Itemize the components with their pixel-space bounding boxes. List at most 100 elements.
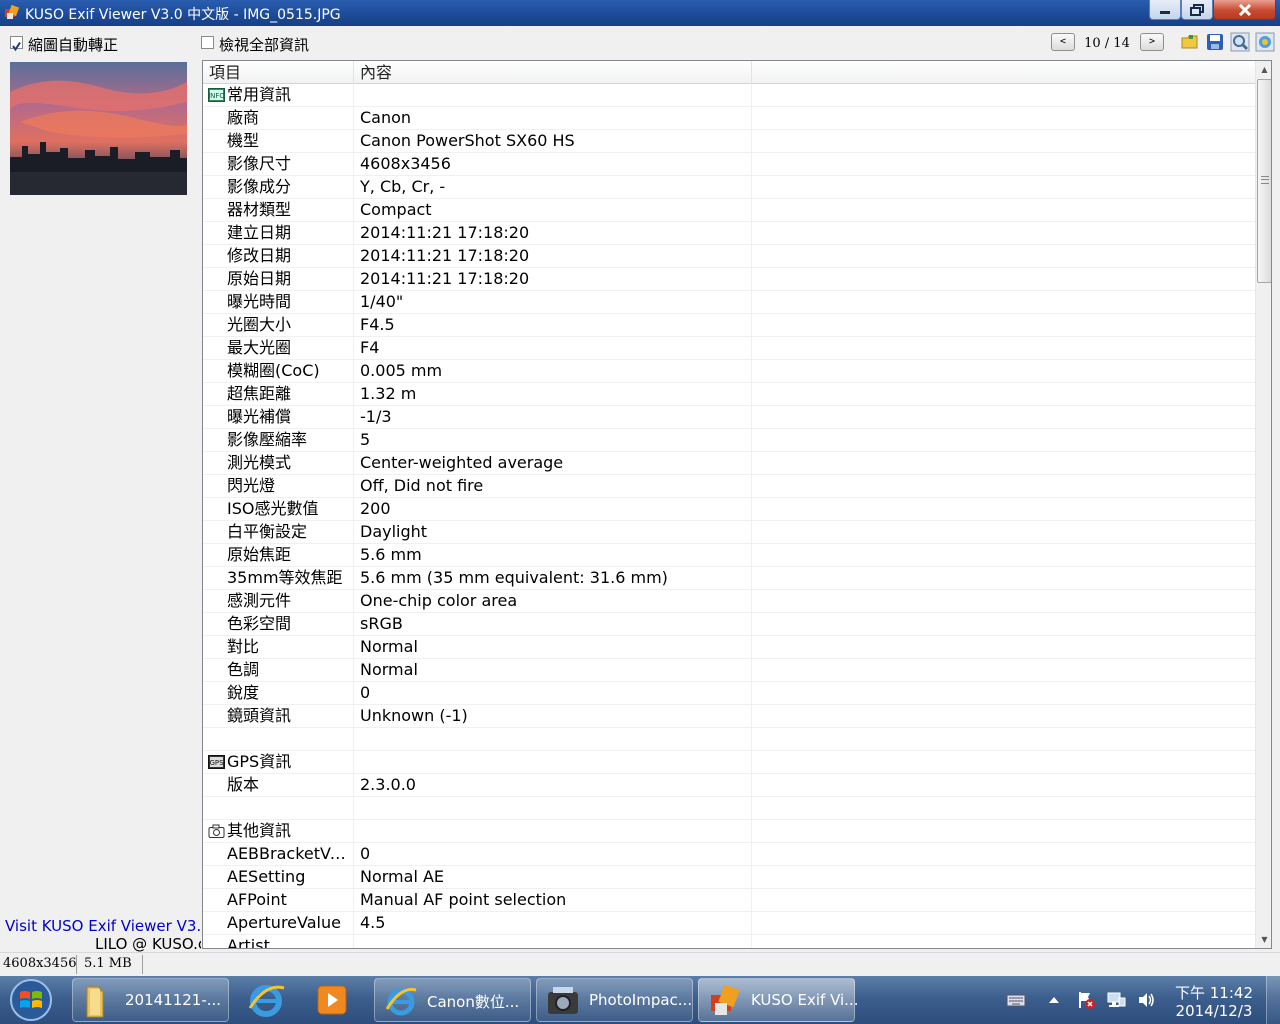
- volume-icon[interactable]: [1136, 990, 1156, 1010]
- item-name: [203, 728, 354, 751]
- list-item[interactable]: 廠商 Canon: [203, 107, 1255, 130]
- list-item[interactable]: 白平衡設定 Daylight: [203, 521, 1255, 544]
- list-item[interactable]: 模糊圈(CoC) 0.005 mm: [203, 360, 1255, 383]
- show-all-checkbox[interactable]: [201, 36, 214, 49]
- visit-website-link[interactable]: Visit KUSO Exif Viewer V3.0: [5, 917, 201, 935]
- vertical-scrollbar[interactable]: ▲ ▼: [1255, 61, 1271, 948]
- list-item[interactable]: ApertureValue 4.5: [203, 912, 1255, 935]
- item-name: 建立日期: [203, 222, 354, 245]
- settings-icon[interactable]: [1255, 32, 1275, 52]
- list-item[interactable]: 原始焦距 5.6 mm: [203, 544, 1255, 567]
- close-button[interactable]: [1213, 0, 1276, 20]
- item-name: 最大光圈: [203, 337, 354, 360]
- list-item[interactable]: 版本 2.3.0.0: [203, 774, 1255, 797]
- show-desktop-button[interactable]: [1266, 976, 1280, 1024]
- item-name: 色調: [203, 659, 354, 682]
- item-value: 200: [354, 498, 752, 521]
- taskbar-item-kuso-exif[interactable]: KUSO Exif Vi...: [698, 978, 859, 1022]
- list-item[interactable]: 影像成分 Y, Cb, Cr, -: [203, 176, 1255, 199]
- list-item[interactable]: 機型 Canon PowerShot SX60 HS: [203, 130, 1255, 153]
- item-value: -1/3: [354, 406, 752, 429]
- auto-rotate-label[interactable]: 縮圖自動轉正: [28, 34, 118, 55]
- list-item[interactable]: 器材類型 Compact: [203, 199, 1255, 222]
- list-item[interactable]: 感測元件 One-chip color area: [203, 590, 1255, 613]
- open-folder-icon[interactable]: [1180, 32, 1200, 52]
- keyboard-icon[interactable]: [1006, 990, 1026, 1010]
- list-item[interactable]: AEBBracketValue 0: [203, 843, 1255, 866]
- list-item[interactable]: 修改日期 2014:11:21 17:18:20: [203, 245, 1255, 268]
- list-item[interactable]: AFPoint Manual AF point selection: [203, 889, 1255, 912]
- clock-date[interactable]: 2014/12/3: [1174, 1002, 1254, 1020]
- list-item[interactable]: 色彩空間 sRGB: [203, 613, 1255, 636]
- item-value: 2014:11:21 17:18:20: [354, 222, 752, 245]
- list-item[interactable]: 光圈大小 F4.5: [203, 314, 1255, 337]
- show-hidden-icons-icon[interactable]: [1044, 990, 1064, 1010]
- section-header-row[interactable]: 其他資訊: [203, 820, 1255, 843]
- item-value: Normal: [354, 636, 752, 659]
- list-item[interactable]: 曝光時間 1/40": [203, 291, 1255, 314]
- item-name: 白平衡設定: [203, 521, 354, 544]
- blank-row[interactable]: [203, 797, 1255, 820]
- list-item[interactable]: 銳度 0: [203, 682, 1255, 705]
- list-item[interactable]: 35mm等效焦距 5.6 mm (35 mm equivalent: 31.6 m…: [203, 567, 1255, 590]
- list-item[interactable]: 原始日期 2014:11:21 17:18:20: [203, 268, 1255, 291]
- blank-row[interactable]: [203, 728, 1255, 751]
- taskbar-item-photoimpact[interactable]: PhotoImpac...: [536, 978, 693, 1022]
- item-name: 感測元件: [203, 590, 354, 613]
- auto-rotate-checkbox[interactable]: [10, 36, 23, 52]
- item-name: 常用資訊: [203, 84, 354, 107]
- save-icon[interactable]: [1205, 32, 1225, 52]
- item-value: 2014:11:21 17:18:20: [354, 268, 752, 291]
- scroll-up-arrow-icon[interactable]: ▲: [1256, 61, 1271, 78]
- internet-explorer-icon[interactable]: [238, 978, 294, 1022]
- clock-time[interactable]: 下午 11:42: [1174, 982, 1254, 1003]
- list-item[interactable]: 曝光補償 -1/3: [203, 406, 1255, 429]
- start-button[interactable]: [4, 978, 58, 1022]
- list-item[interactable]: ISO感光數值 200: [203, 498, 1255, 521]
- column-header-item[interactable]: 項目: [203, 61, 354, 84]
- item-name: 修改日期: [203, 245, 354, 268]
- restore-button[interactable]: [1181, 0, 1213, 20]
- list-item[interactable]: 最大光圈 F4: [203, 337, 1255, 360]
- taskbar-item-ie[interactable]: Canon數位...: [374, 978, 531, 1022]
- section-header-row[interactable]: GPS GPS資訊: [203, 751, 1255, 774]
- zoom-icon[interactable]: [1230, 32, 1250, 52]
- list-item[interactable]: 色調 Normal: [203, 659, 1255, 682]
- media-player-icon[interactable]: [304, 978, 360, 1022]
- taskbar-item-folder[interactable]: 20141121-...: [72, 978, 229, 1022]
- scrollbar-thumb[interactable]: [1257, 79, 1271, 283]
- action-center-flag-icon[interactable]: [1076, 990, 1096, 1010]
- list-item[interactable]: 測光模式 Center-weighted average: [203, 452, 1255, 475]
- show-all-label[interactable]: 檢視全部資訊: [219, 34, 309, 55]
- title-bar[interactable]: KUSO Exif Viewer V3.0 中文版 - IMG_0515.JPG: [0, 0, 1280, 26]
- list-item[interactable]: 閃光燈 Off, Did not fire: [203, 475, 1255, 498]
- folder-icon: [86, 986, 104, 1018]
- prev-button[interactable]: <: [1051, 33, 1075, 51]
- list-item[interactable]: 影像尺寸 4608x3456: [203, 153, 1255, 176]
- item-name: 模糊圈(CoC): [203, 360, 354, 383]
- column-header-value[interactable]: 內容: [354, 61, 752, 84]
- grip-icon: [1261, 176, 1269, 184]
- list-item[interactable]: 對比 Normal: [203, 636, 1255, 659]
- section-header-row[interactable]: INFO 常用資訊: [203, 84, 1255, 107]
- next-button[interactable]: >: [1140, 33, 1164, 51]
- restore-icon: [1190, 3, 1204, 16]
- minimize-button[interactable]: [1149, 0, 1181, 20]
- item-name: ApertureValue: [203, 912, 354, 935]
- exif-list-view[interactable]: 項目 內容 INFO 常用資訊 廠商 Canon 機型 Canon PowerShot S…: [202, 60, 1272, 949]
- list-item[interactable]: 鏡頭資訊 Unknown (-1): [203, 705, 1255, 728]
- list-item[interactable]: 影像壓縮率 5: [203, 429, 1255, 452]
- list-item[interactable]: AESetting Normal AE: [203, 866, 1255, 889]
- item-name: AESetting: [203, 866, 354, 889]
- list-item[interactable]: 建立日期 2014:11:21 17:18:20: [203, 222, 1255, 245]
- item-name: 鏡頭資訊: [203, 705, 354, 728]
- item-value: [354, 751, 752, 774]
- item-name: AEBBracketValue: [203, 843, 354, 866]
- list-item[interactable]: Artist: [203, 935, 1255, 948]
- list-item[interactable]: 超焦距離 1.32 m: [203, 383, 1255, 406]
- taskbar-item-label: KUSO Exif Vi...: [751, 991, 859, 1009]
- scroll-down-arrow-icon[interactable]: ▼: [1256, 931, 1271, 948]
- status-bar: 4608x3456 5.1 MB: [0, 952, 1280, 976]
- item-name: 光圈大小: [203, 314, 354, 337]
- network-icon[interactable]: [1106, 990, 1126, 1010]
